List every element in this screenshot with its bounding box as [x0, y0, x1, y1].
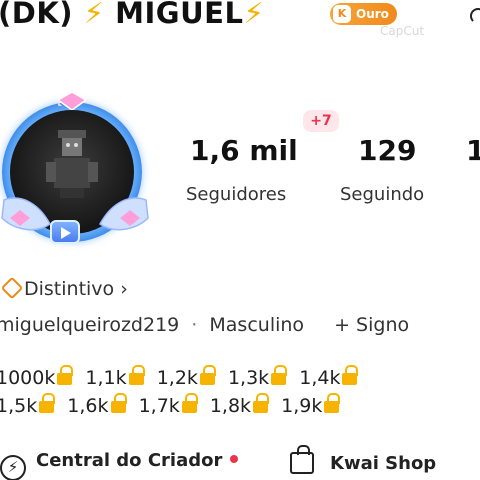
lock-icon [271, 365, 288, 385]
followers-label[interactable]: Seguidores [186, 184, 286, 205]
add-sign-button[interactable]: + Signo [334, 314, 409, 336]
milestones-row: 1000k 1,1k 1,2k 1,3k 1,4k [0, 364, 364, 392]
creator-central-button[interactable]: ⚡ Central do Criador [0, 450, 239, 480]
milestone-item: 1,3k [228, 365, 288, 389]
level-badge-label: Ouro [356, 7, 389, 21]
profile-info-line: miguelqueirozd219 · Masculino + Signo [0, 314, 409, 336]
new-followers-badge: +7 [303, 110, 339, 132]
badge-icon [0, 276, 24, 300]
profile-actions: ⚡ Central do Criador Kwai Shop [0, 445, 480, 480]
video-play-icon [50, 220, 80, 244]
notification-dot [230, 455, 239, 463]
lightning-icon: ⚡ [83, 0, 105, 30]
gem-icon [58, 92, 86, 110]
lightning-icon: ⚡ [243, 0, 265, 30]
lock-icon [110, 393, 127, 413]
milestone-item: 1000k [0, 365, 74, 389]
milestone-item: 1,2k [157, 365, 216, 389]
name-prefix: (DK) [0, 0, 74, 30]
milestone-item: 1,9k [281, 393, 341, 417]
milestones-row: 1,5k 1,6k 1,7k 1,8k 1,9k [0, 392, 364, 420]
profile-stats: +7 1,6 mil Seguidores 129 Seguindo 1 [0, 110, 480, 210]
followers-count[interactable]: 1,6 mil [190, 134, 298, 167]
watermark: CapCut [380, 24, 425, 38]
lock-icon [199, 365, 216, 385]
lock-icon [181, 393, 198, 413]
name-text: MIGUEL [115, 0, 244, 30]
username: miguelqueirozd219 [0, 314, 180, 336]
lock-icon [39, 393, 56, 413]
chevron-right-icon: › [120, 278, 128, 300]
profile-header: (DK) ⚡ MIGUEL⚡ K Ouro CapCut [0, 0, 480, 38]
lock-icon [342, 365, 359, 385]
following-label[interactable]: Seguindo [340, 184, 424, 205]
lock-icon [57, 365, 74, 385]
shopping-bag-icon [290, 445, 314, 474]
badge-link[interactable]: Distintivo › [0, 276, 128, 304]
lightning-icon: ⚡ [0, 455, 26, 480]
following-count[interactable]: 129 [358, 134, 416, 167]
level-badge[interactable]: K Ouro [330, 3, 397, 25]
bio-milestones: 1000k 1,1k 1,2k 1,3k 1,4k 1,5k 1,6k 1,7k… [0, 364, 364, 420]
milestone-item: 1,5k [0, 393, 56, 417]
milestone-item: 1,4k [299, 365, 359, 389]
likes-count[interactable]: 1 [466, 134, 480, 167]
gender: Masculino [209, 314, 305, 336]
lock-icon [324, 393, 341, 413]
profile-display-name: (DK) ⚡ MIGUEL⚡ [0, 0, 264, 30]
creator-central-label: Central do Criador [36, 450, 223, 471]
kwai-shop-label: Kwai Shop [330, 453, 437, 474]
kwai-shop-button[interactable]: Kwai Shop [290, 445, 437, 474]
lock-icon [128, 365, 145, 385]
milestone-item: 1,1k [85, 365, 145, 389]
lock-icon [253, 393, 270, 413]
share-icon[interactable] [470, 8, 480, 24]
milestone-item: 1,6k [67, 393, 127, 417]
badge-link-label: Distintivo [24, 278, 115, 300]
milestone-item: 1,8k [210, 393, 270, 417]
kwai-icon: K [333, 5, 351, 23]
separator: · [191, 314, 198, 336]
milestone-item: 1,7k [139, 393, 198, 417]
